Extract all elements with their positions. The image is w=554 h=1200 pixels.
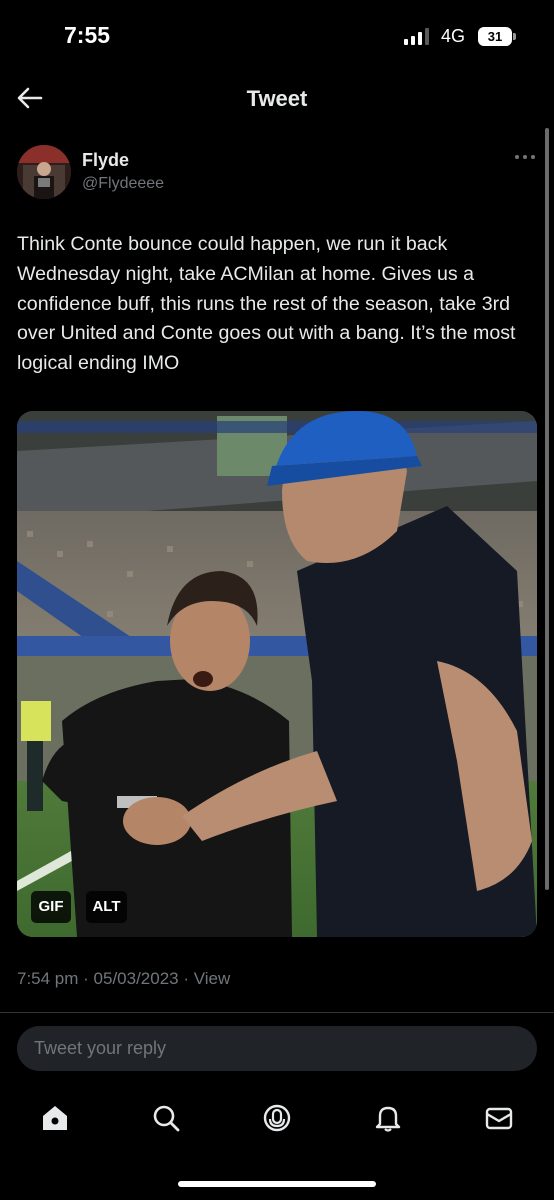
signal-strength-icon xyxy=(404,28,429,45)
scrollbar[interactable] xyxy=(545,128,549,890)
bell-icon xyxy=(375,1106,401,1132)
tweet-author: Flyde @Flydeeee xyxy=(17,145,537,201)
separator-dot: · xyxy=(178,969,194,988)
tweet-time: 7:54 pm xyxy=(17,969,79,988)
tab-messages[interactable] xyxy=(479,1098,519,1138)
search-icon xyxy=(153,1105,180,1132)
divider xyxy=(0,1012,554,1013)
home-icon xyxy=(43,1106,67,1130)
status-time: 7:55 xyxy=(64,22,111,48)
author-handle[interactable]: @Flydeeee xyxy=(82,175,164,193)
more-options-button[interactable] xyxy=(513,149,537,165)
bottom-tab-bar xyxy=(0,1090,554,1146)
tweet-text: Think Conte bounce could happen, we run … xyxy=(17,233,516,375)
tab-notifications[interactable] xyxy=(368,1098,408,1138)
tab-spaces[interactable] xyxy=(257,1098,297,1138)
home-indicator[interactable] xyxy=(178,1181,376,1187)
separator-dot: · xyxy=(78,969,94,988)
gif-badge: GIF xyxy=(31,891,71,923)
tab-search[interactable] xyxy=(146,1098,186,1138)
status-bar: 7:55 4G 31 xyxy=(0,0,554,74)
microphone-icon xyxy=(263,1104,291,1132)
battery-icon: 31 xyxy=(478,27,516,46)
tweet-media-gif[interactable] xyxy=(17,411,537,937)
gif-image xyxy=(17,411,537,937)
top-nav-bar: Tweet xyxy=(0,74,554,126)
page-title: Tweet xyxy=(246,86,308,111)
alt-text-badge[interactable]: ALT xyxy=(86,891,127,923)
view-link[interactable]: View xyxy=(194,969,231,988)
tweet-date: 05/03/2023 xyxy=(93,969,179,988)
avatar[interactable] xyxy=(17,145,71,199)
envelope-icon xyxy=(485,1107,513,1130)
reply-box[interactable] xyxy=(17,1026,537,1071)
more-horizontal-icon xyxy=(515,155,535,159)
reply-input[interactable] xyxy=(34,1038,514,1059)
tab-home[interactable] xyxy=(35,1098,75,1138)
author-display-name[interactable]: Flyde xyxy=(82,150,129,171)
network-type: 4G xyxy=(441,26,466,46)
avatar-image xyxy=(17,145,71,199)
tweet-timestamp: 7:54 pm · 05/03/2023 · View xyxy=(17,969,230,989)
